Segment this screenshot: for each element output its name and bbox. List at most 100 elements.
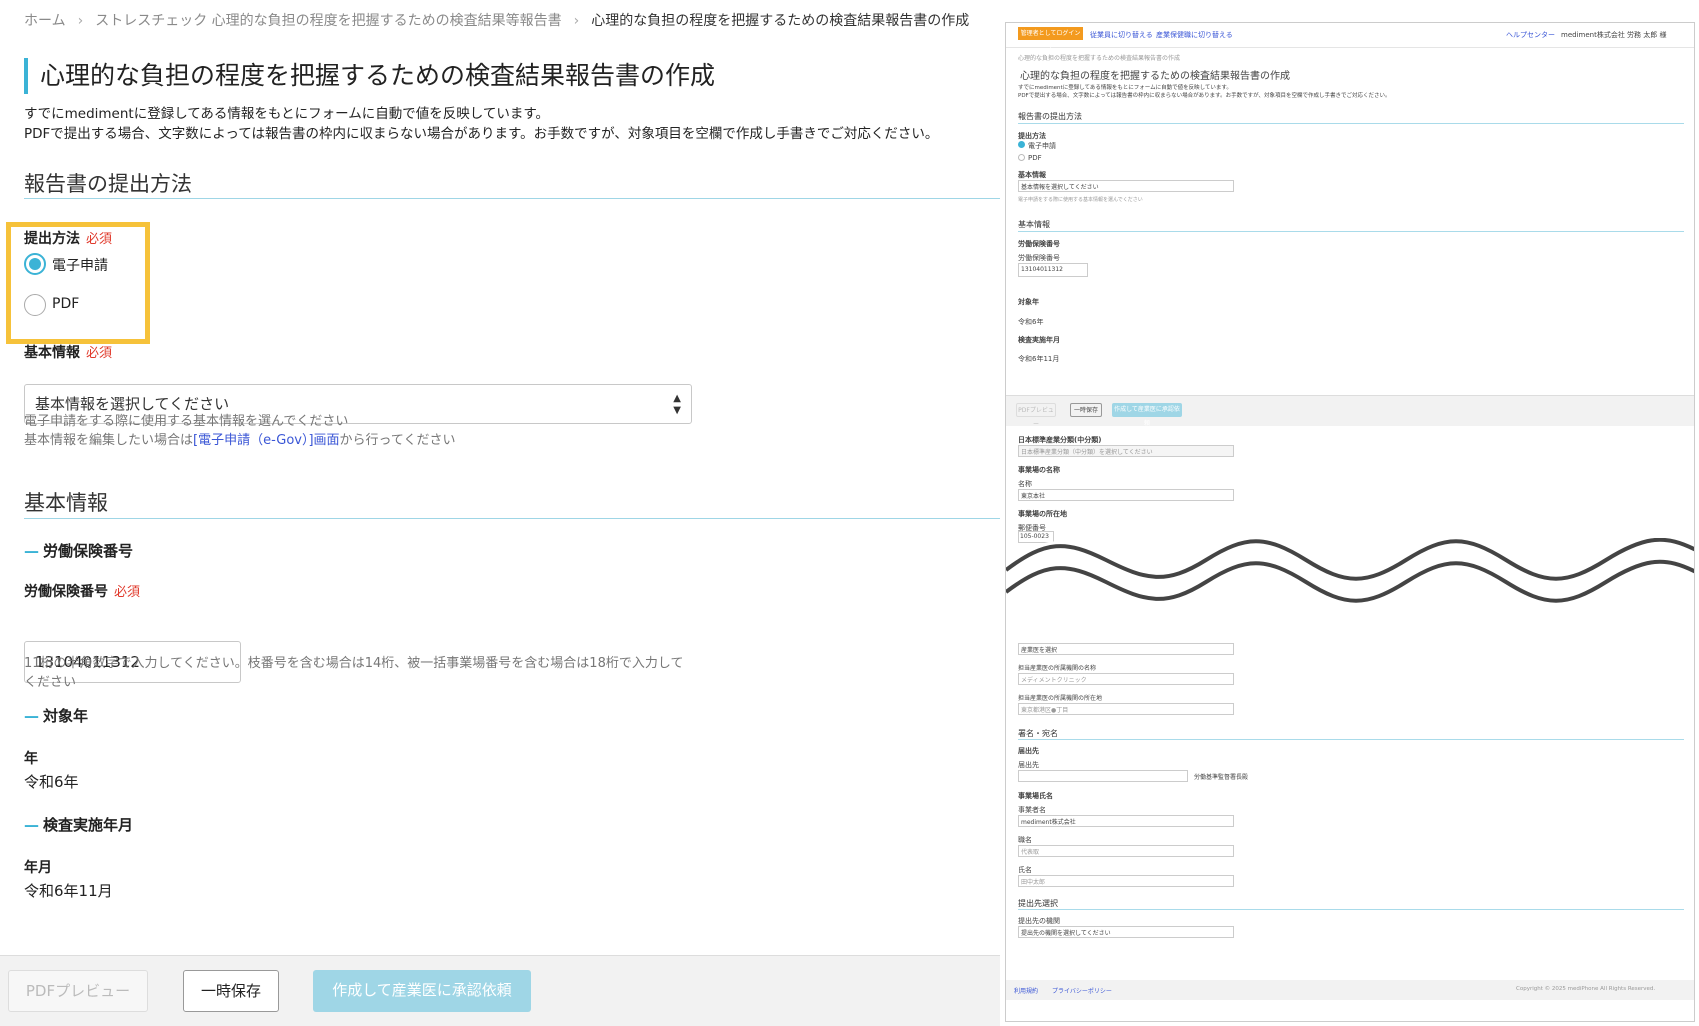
thumb-help-center: ヘルプセンター: [1506, 31, 1555, 39]
thumb-dest-heading: 届出先: [1018, 747, 1039, 755]
section-divider: [24, 518, 1000, 519]
thumb-dest-select-section: 提出先選択: [1018, 899, 1058, 908]
select-arrows-icon: ▲ ▼: [673, 393, 681, 416]
thumb-method-label: 提出方法: [1018, 132, 1046, 140]
subheading-text: 労働保険番号: [43, 542, 134, 560]
breadcrumb-separator: ›: [573, 13, 580, 29]
insurance-label: 労働保険番号 必須: [24, 581, 140, 601]
thumb-person-placeholder: 田中太郎: [1021, 879, 1046, 886]
help-line: 基本情報を編集したい場合は[電子申請（e-Gov）]画面から行ってください: [24, 431, 456, 450]
page-title: 心理的な負担の程度を把握するための検査結果報告書の作成: [24, 58, 715, 94]
thumb-link-employee: 従業員に切り替える: [1090, 31, 1153, 39]
breadcrumb-separator: ›: [77, 13, 84, 29]
thumb-radio-on: [1018, 141, 1025, 148]
thumb-exam-heading: 検査実施年月: [1018, 336, 1060, 344]
radio-electronic[interactable]: [24, 253, 46, 275]
field-label: 労働保険番号: [24, 584, 108, 600]
thumb-name-heading: 事業場の名称: [1018, 466, 1060, 474]
submission-method-label: 提出方法 必須: [24, 228, 112, 248]
thumb-radio-label: 電子申請: [1028, 142, 1056, 150]
select-value: 基本情報を選択してください: [35, 395, 230, 413]
thumb-insurance-label: 労働保険番号: [1018, 254, 1060, 262]
breadcrumb-parent[interactable]: ストレスチェック 心理的な負担の程度を把握するための検査結果等報告書: [95, 13, 561, 29]
thumb-person-input: [1018, 875, 1234, 887]
help-line: 電子申請をする際に使用する基本情報を選んでください: [24, 414, 349, 429]
thumb-dest-suffix: 労働基準監督署長殿: [1194, 774, 1249, 781]
radio-pdf-label[interactable]: PDF: [52, 296, 79, 312]
thumb-divider: [1018, 909, 1684, 910]
thumb-insurance-heading: 労働保険番号: [1018, 240, 1060, 248]
thumb-dest-select-value: 提出先の機関を選択してください: [1021, 930, 1111, 937]
thumb-employer-heading: 事業場氏名: [1018, 792, 1053, 800]
thumb-terms-link: 利用規約: [1014, 988, 1039, 995]
thumb-title-input: [1018, 845, 1234, 857]
thumb-title: 心理的な負担の程度を把握するための検査結果報告書の作成: [1020, 71, 1290, 82]
yearmonth-label: 年月: [24, 860, 52, 876]
basic-info-label: 基本情報 必須: [24, 342, 112, 362]
radio-pdf[interactable]: [24, 294, 46, 316]
radio-electronic-label[interactable]: 電子申請: [52, 255, 108, 275]
thumb-name-label: 名称: [1018, 480, 1032, 488]
thumb-name-value: 東京本社: [1021, 493, 1046, 500]
intro-line: PDFで提出する場合、文字数によっては報告書の枠内に収まらない場合があります。お…: [24, 126, 939, 142]
intro-text: すでにmedimentに登録してある情報をもとにフォームに自動で値を反映していま…: [24, 104, 938, 144]
thumb-intro2: PDFで提出する場合、文字数によっては報告書の枠内に収まらない場合があります。お…: [1018, 93, 1391, 99]
breadcrumb: ホーム › ストレスチェック 心理的な負担の程度を把握するための検査結果等報告書 › 心…: [24, 10, 969, 30]
thumb-person-label: 氏名: [1018, 866, 1032, 874]
thumb-dest-label: 届出先: [1018, 761, 1039, 769]
breadcrumb-home[interactable]: ホーム: [24, 13, 66, 29]
thumb-basic-label: 基本情報: [1018, 171, 1046, 179]
thumb-dest-input: [1018, 770, 1188, 782]
thumb-addr-heading: 事業場の所在地: [1018, 510, 1067, 518]
thumb-divider: [1018, 231, 1684, 232]
thumb-title-placeholder: 代表取: [1021, 849, 1040, 856]
help-text: から行ってください: [339, 433, 456, 448]
thumb-divider: [1018, 123, 1684, 124]
basic-info-help: 電子申請をする際に使用する基本情報を選んでください 基本情報を編集したい場合は[…: [24, 412, 456, 450]
thumb-name-input: [1018, 489, 1234, 501]
yearmonth-value: 令和6年11月: [24, 882, 113, 900]
thumb-submit-button: 作成して産業医に承認依頼: [1112, 403, 1182, 427]
thumb-select-text: 基本情報を選択してください: [1021, 184, 1099, 191]
breadcrumb-current: 心理的な負担の程度を把握するための検査結果報告書の作成: [591, 13, 970, 29]
subheading-text: 対象年: [43, 707, 89, 725]
thumb-company-label: 事業者名: [1018, 806, 1046, 814]
thumb-org-addr-label: 担当産業医の所属機関の所在地: [1018, 695, 1103, 702]
insurance-help: 11桁の半角数字で入力してください。枝番号を含む場合は14桁、被一括事業場番号を…: [24, 654, 683, 692]
section-divider: [24, 198, 1000, 199]
egov-link[interactable]: [電子申請（e-Gov）]画面: [193, 433, 340, 448]
help-text: 基本情報を編集したい場合は: [24, 433, 194, 448]
thumb-yearmonth-value: 令和6年11月: [1018, 355, 1060, 363]
required-badge: 必須: [86, 346, 113, 361]
subheading-text: 検査実施年月: [43, 816, 134, 834]
full-page-thumbnail: 管理者としてログイン中 従業員に切り替える 産業保健職に切り替える ヘルプセンタ…: [1005, 22, 1695, 1022]
thumb-admin-badge: 管理者としてログイン中: [1018, 27, 1083, 50]
section-title-basic: 基本情報: [24, 491, 108, 515]
thumb-preview-button: PDFプレビュー: [1016, 403, 1056, 428]
thumb-title-label: 職名: [1018, 836, 1032, 844]
thumb-industry-label: 日本標準産業分類(中分類): [1018, 436, 1102, 444]
thumb-save-button: 一時保存: [1070, 403, 1102, 417]
thumb-action-bar: [1006, 395, 1694, 426]
thumb-company-value: mediment株式会社: [1021, 819, 1076, 826]
thumb-org-name-placeholder: メディメントクリニック: [1021, 677, 1087, 684]
help-line: 11桁の半角数字で入力してください。枝番号を含む場合は14桁、被一括事業場番号を…: [24, 656, 684, 671]
year-value: 令和6年: [24, 773, 79, 791]
subheading-exam-month: — 検査実施年月: [24, 814, 133, 835]
submit-approval-button[interactable]: 作成して産業医に承認依頼: [313, 970, 531, 1012]
thumb-intro1: すでにmedimentに登録してある情報をもとにフォームに自動で値を反映していま…: [1018, 85, 1232, 91]
subheading-insurance: — 労働保険番号: [24, 540, 133, 561]
thumb-link-health: 産業保健職に切り替える: [1156, 31, 1233, 39]
thumb-copyright: Copyright © 2025 mediPhone All Rights Re…: [1516, 986, 1656, 992]
thumb-doctor-text: 産業医を選択: [1021, 647, 1058, 654]
thumb-org-addr-placeholder: 東京都港区●丁目: [1021, 707, 1069, 714]
pdf-preview-button[interactable]: PDFプレビュー: [8, 970, 148, 1012]
year-label: 年: [24, 751, 38, 767]
field-label: 提出方法: [24, 231, 80, 247]
temp-save-button[interactable]: 一時保存: [183, 970, 279, 1012]
thumb-section-submission: 報告書の提出方法: [1018, 112, 1082, 121]
field-label: 基本情報: [24, 345, 80, 361]
thumb-section-basic: 基本情報: [1018, 220, 1050, 229]
help-line: ください: [24, 675, 77, 690]
thumb-breadcrumb: 心理的な負担の程度を把握するための検査結果報告書の作成: [1018, 55, 1181, 62]
